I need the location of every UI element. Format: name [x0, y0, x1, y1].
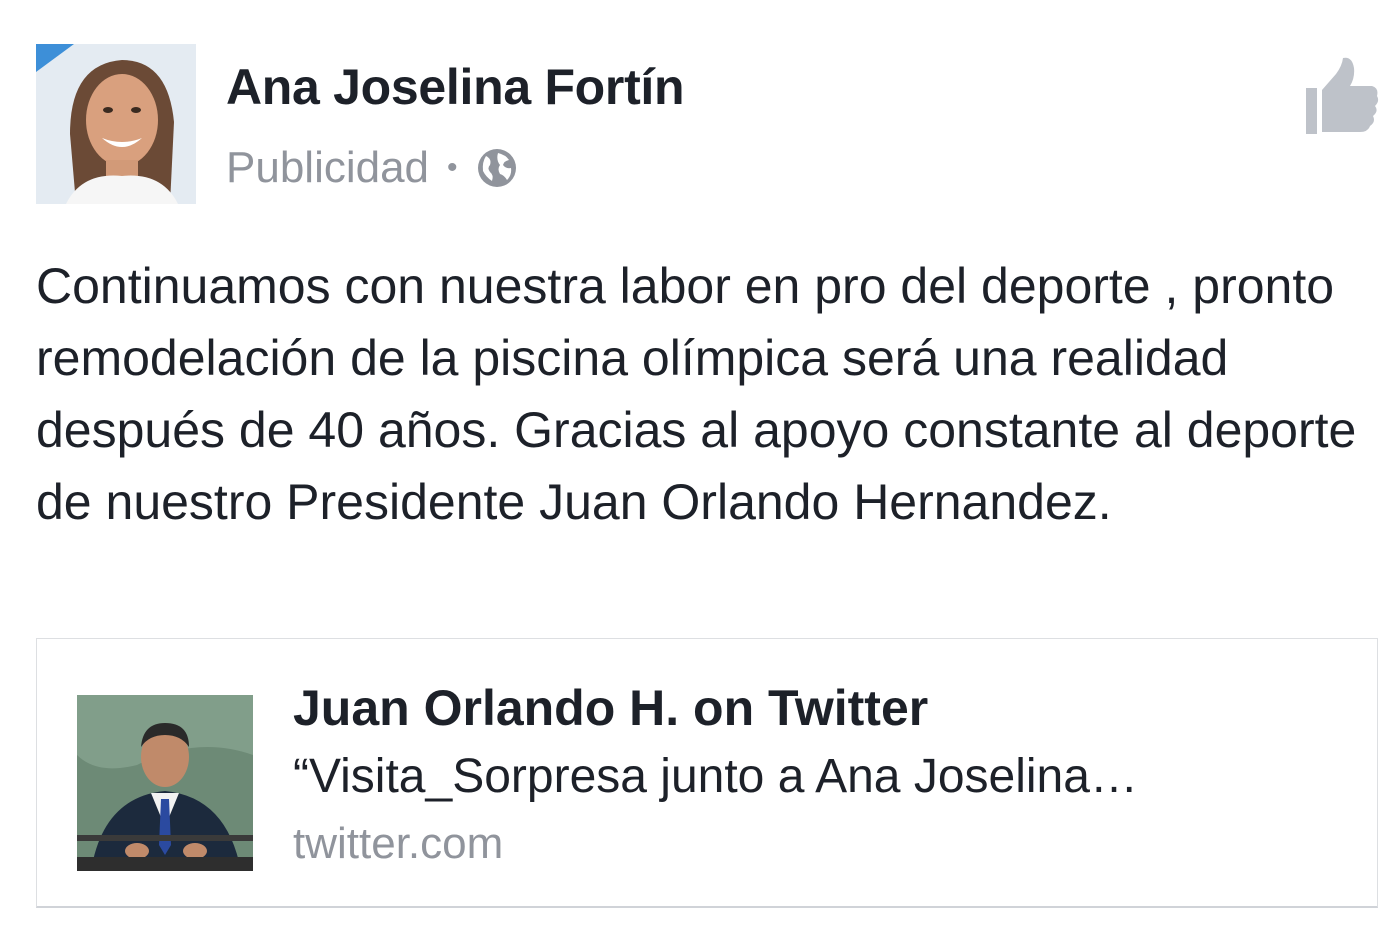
link-thumbnail-image: [77, 695, 253, 871]
post-text: Continuamos con nuestra labor en pro del…: [36, 258, 1357, 530]
author-avatar[interactable]: [36, 44, 196, 204]
globe-icon[interactable]: [476, 147, 518, 189]
meta-separator: •: [447, 151, 458, 184]
post-meta: Publicidad •: [226, 140, 518, 196]
author-avatar-image: [36, 44, 196, 204]
link-thumbnail: [77, 695, 253, 871]
thumbs-up-icon[interactable]: [1300, 54, 1380, 138]
author-name[interactable]: Ana Joselina Fortín: [226, 58, 685, 116]
link-description: “Visita_Sorpresa junto a Ana Joselina…: [293, 750, 1138, 803]
sponsored-label[interactable]: Publicidad: [226, 143, 429, 193]
link-preview-card[interactable]: Juan Orlando H. on Twitter “Visita_Sorpr…: [36, 638, 1378, 908]
link-title[interactable]: Juan Orlando H. on Twitter: [293, 679, 928, 737]
link-domain: twitter.com: [293, 819, 504, 868]
